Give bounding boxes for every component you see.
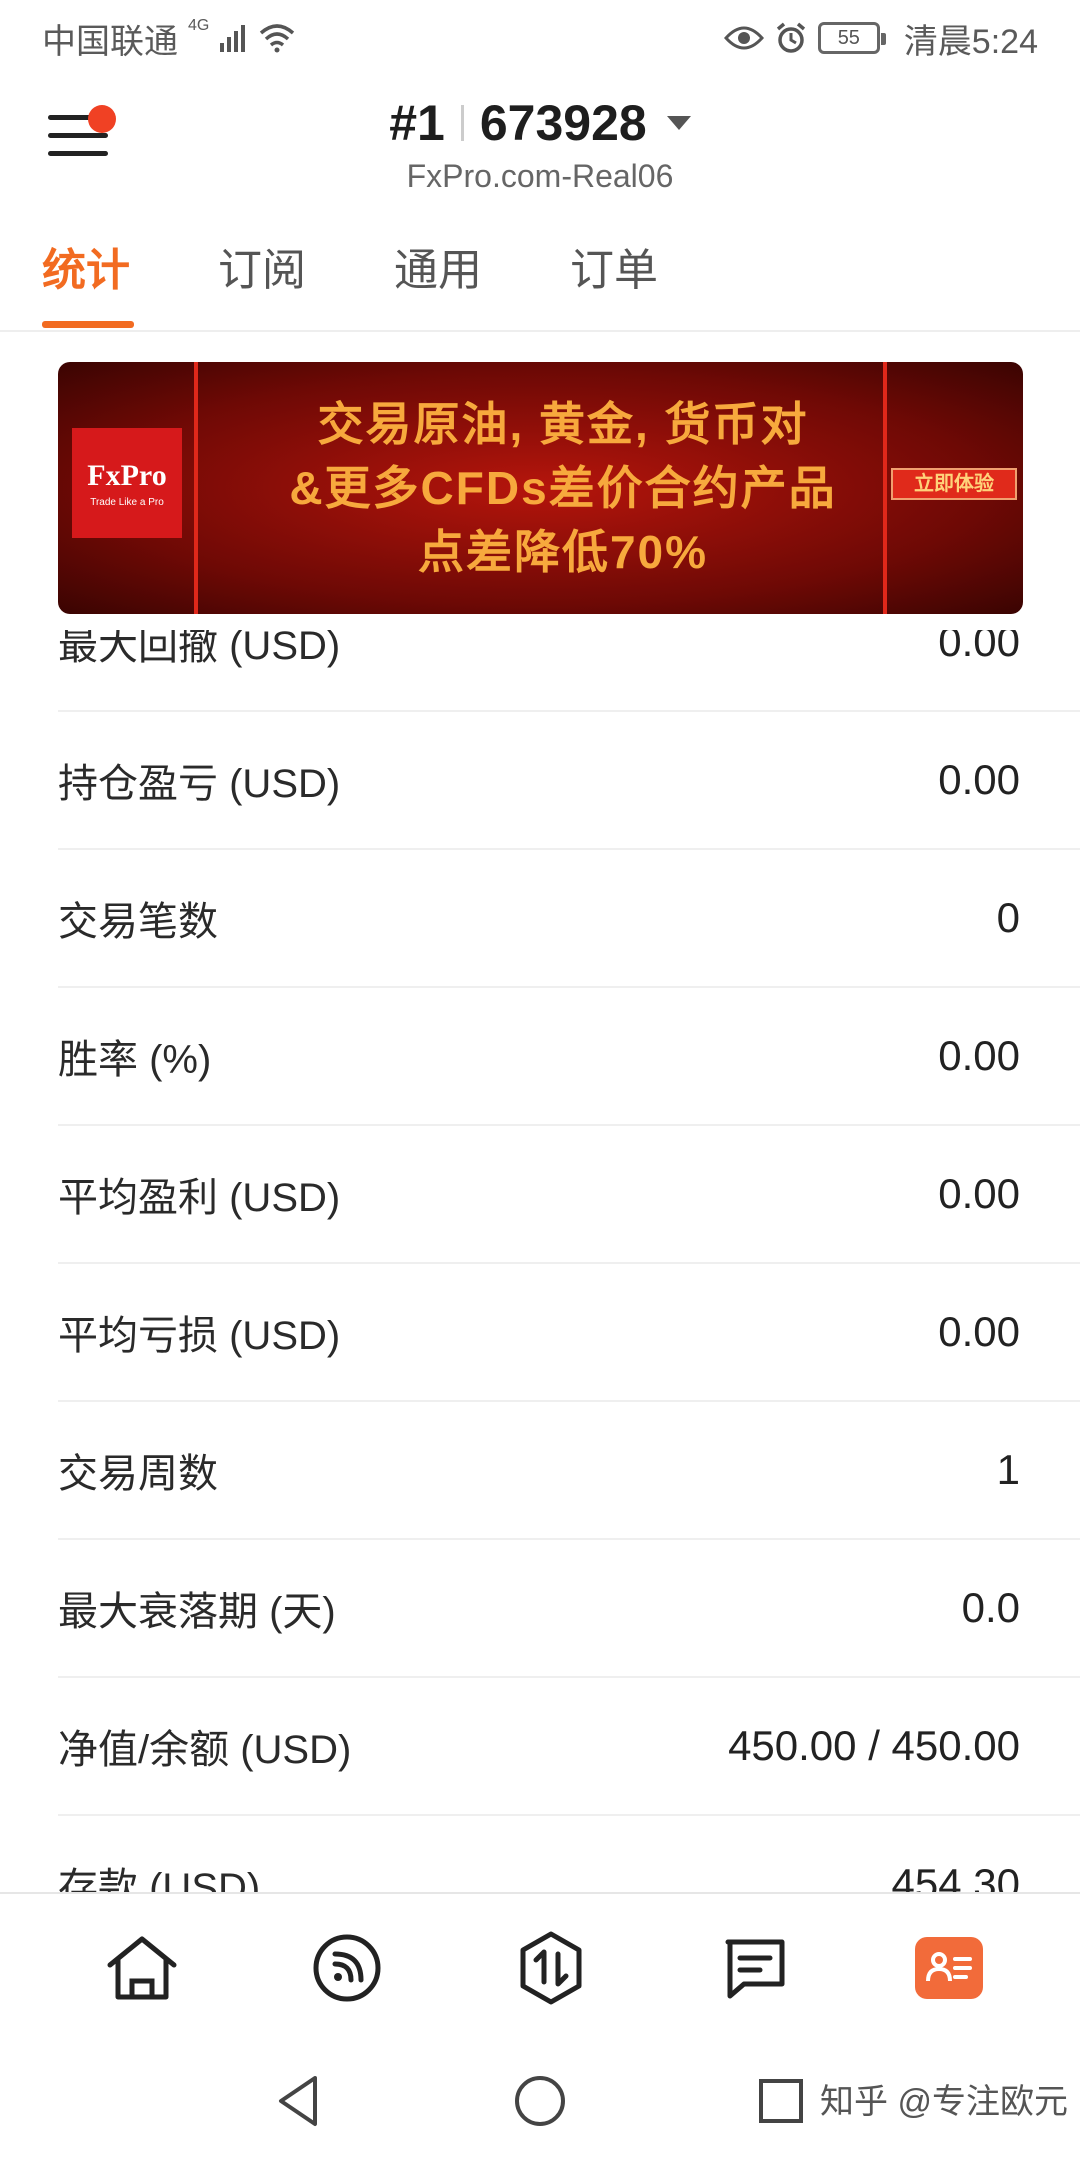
stat-row-max-decline-period: 最大衰落期 (天) 0.0	[58, 1540, 1080, 1678]
stat-label: 持仓盈亏 (USD)	[58, 762, 341, 806]
account-number: 673928	[479, 95, 647, 151]
stat-value: 0.0	[961, 1584, 1020, 1631]
stat-label: 交易笔数	[58, 900, 218, 944]
stat-value: 0.00	[938, 1308, 1020, 1355]
stat-row-trade-count: 交易笔数 0	[58, 850, 1080, 988]
stat-row-trading-weeks: 交易周数 1	[58, 1402, 1080, 1540]
banner-line: 交易原油, 黄金, 货币对	[317, 398, 809, 450]
stat-label: 存款 (USD)	[58, 1866, 261, 1892]
tab-general[interactable]: 通用	[394, 206, 570, 326]
banner-line: &更多CFDs差价合约产品	[289, 462, 837, 514]
tab-orders[interactable]: 订单	[570, 206, 746, 326]
stat-label: 平均亏损 (USD)	[58, 1314, 341, 1358]
tab-statistics[interactable]: 统计	[42, 206, 218, 328]
divider	[460, 105, 464, 141]
stat-value: 450.00 / 450.00	[728, 1722, 1020, 1769]
stat-row-avg-profit: 平均盈利 (USD) 0.00	[58, 1126, 1080, 1264]
stat-label: 胜率 (%)	[58, 1038, 212, 1082]
wifi-icon	[260, 24, 295, 53]
account-selector[interactable]: #1 673928 FxPro.com-Real06	[0, 94, 1080, 195]
nav-home[interactable]	[97, 1923, 187, 2013]
nav-signals[interactable]	[302, 1923, 392, 2013]
stat-row-deposit: 存款 (USD) 454.30	[58, 1816, 1080, 1892]
stat-label: 最大衰落期 (天)	[58, 1590, 336, 1634]
trade-icon	[520, 1931, 582, 2005]
status-bar: 中国联通 4G 55 清晨5:24	[0, 0, 1080, 76]
app-header: #1 673928 FxPro.com-Real06	[0, 76, 1080, 206]
status-right: 55 清晨5:24	[723, 14, 1038, 63]
stats-list[interactable]: 最大回撤 (USD) 0.00 持仓盈亏 (USD) 0.00 交易笔数 0 胜…	[0, 630, 1080, 1892]
bottom-nav	[0, 1892, 1080, 2042]
stat-row-max-drawdown: 最大回撤 (USD) 0.00	[58, 630, 1080, 712]
banner-divider	[194, 362, 198, 614]
clock: 清晨5:24	[903, 22, 1038, 61]
stat-row-win-rate: 胜率 (%) 0.00	[58, 988, 1080, 1126]
eye-icon	[723, 26, 764, 50]
logo-text: FxPro	[87, 458, 167, 492]
stat-value: 0.00	[938, 1032, 1020, 1079]
banner-line: 点差降低70%	[417, 526, 709, 578]
account-index: #1	[389, 95, 445, 151]
home-icon	[107, 1936, 177, 2000]
stat-label: 平均盈利 (USD)	[58, 1176, 341, 1220]
stat-row-equity-balance: 净值/余额 (USD) 450.00 / 450.00	[58, 1678, 1080, 1816]
carrier-label: 中国联通	[42, 22, 178, 61]
nav-messages[interactable]	[710, 1923, 800, 2013]
signal-strength-icon	[220, 25, 246, 52]
chevron-down-icon	[666, 116, 691, 130]
back-icon[interactable]	[275, 2074, 323, 2128]
signal-icon	[313, 1934, 381, 2002]
stat-row-avg-loss: 平均亏损 (USD) 0.00	[58, 1264, 1080, 1402]
logo-tagline: Trade Like a Pro	[90, 496, 164, 508]
stat-value: 0	[996, 894, 1020, 941]
fxpro-logo: FxPro Trade Like a Pro	[72, 428, 182, 538]
stat-value: 454.30	[891, 1860, 1020, 1892]
stat-value: 0.00	[938, 1170, 1020, 1217]
stat-value: 0.00	[938, 630, 1020, 665]
message-icon	[725, 1939, 785, 1999]
tab-subscribe[interactable]: 订阅	[218, 206, 394, 326]
stat-label: 交易周数	[58, 1452, 218, 1496]
tab-bar: 统计 订阅 通用 订单	[0, 206, 1080, 332]
status-left: 中国联通 4G	[42, 14, 295, 63]
network-type: 4G	[188, 17, 210, 34]
banner-cta-button[interactable]: 立即体验	[891, 468, 1017, 500]
nav-trade[interactable]	[506, 1923, 596, 2013]
recents-icon[interactable]	[757, 2077, 805, 2125]
battery-indicator: 55	[817, 22, 886, 54]
banner-headline: 交易原油, 黄金, 货币对 &更多CFDs差价合约产品 点差降低70%	[208, 392, 918, 584]
stat-value: 0.00	[938, 756, 1020, 803]
alarm-icon	[776, 22, 805, 53]
stat-row-open-pnl: 持仓盈亏 (USD) 0.00	[58, 712, 1080, 850]
stat-label: 最大回撤 (USD)	[58, 630, 341, 668]
server-name: FxPro.com-Real06	[406, 158, 674, 194]
home-circle-icon[interactable]	[513, 2074, 567, 2128]
nav-account[interactable]	[914, 1937, 983, 1999]
account-card-icon	[925, 1952, 972, 1982]
stat-value: 1	[996, 1446, 1020, 1493]
watermark: 知乎 @专注欧元	[820, 2083, 1068, 2121]
stat-label: 净值/余额 (USD)	[58, 1728, 352, 1772]
promo-banner[interactable]: FxPro Trade Like a Pro 交易原油, 黄金, 货币对 &更多…	[58, 362, 1023, 614]
